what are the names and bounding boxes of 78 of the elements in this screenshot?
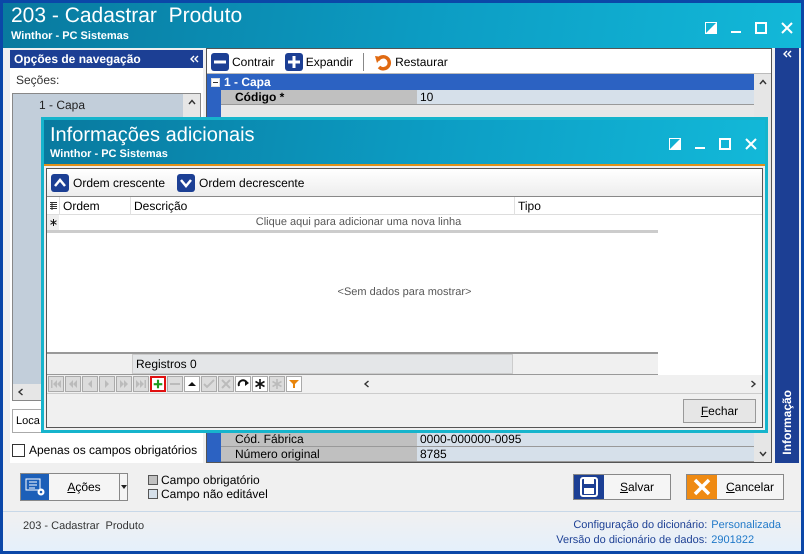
property-value[interactable]: 0000-000000-0095 [417,432,754,446]
expand-panel-icon[interactable] [782,50,792,58]
version-label: Versão do dicionário de dados: [556,533,708,548]
plus-icon [284,53,303,71]
scroll-right-icon[interactable] [749,380,757,388]
property-value[interactable]: 10 [417,90,754,104]
maximize-icon[interactable] [755,22,767,34]
sort-button[interactable]: Ordem decrescente [177,174,304,192]
config-value: Personalizada [711,518,781,533]
dialog-subtitle: Winthor - PC Sistemas [50,148,169,161]
toolbar-button[interactable]: Expandir [284,53,354,71]
asterisk-icon [50,219,56,226]
theme-icon[interactable] [669,138,681,150]
list-icon [50,202,56,210]
scroll-up-icon[interactable] [758,78,766,86]
filter-icon [287,377,301,391]
asterisk-icon [253,377,267,391]
group-title: 1 - Capa [224,74,271,91]
fast-forward-icon [117,377,131,391]
panel-title: Opções de navegação [14,51,141,68]
chevron-up-icon [51,174,69,192]
sections-label: Seções: [15,72,60,89]
empty-message: <Sem dados para mostrar> [338,285,472,300]
sort-button[interactable]: Ordem crescente [51,174,166,192]
column-header[interactable]: Descrição [130,196,514,214]
window-subtitle: Winthor - PC Sistemas [11,29,130,43]
summary-cell: Registros 0 [132,354,513,374]
collapse-icon[interactable] [211,78,220,86]
new-row-hint[interactable]: Clique aqui para adicionar uma nova linha [59,214,658,231]
dialog-title: Informações adicionais [50,123,255,148]
close-icon[interactable] [745,138,757,150]
last-icon [134,377,148,391]
config-label: Configuração do dicionário: [572,518,708,533]
list-gear-icon [21,474,49,500]
minus-icon [211,53,229,71]
asterisk-icon [270,377,284,391]
maximize-icon[interactable] [719,138,731,150]
property-label: Código * [221,90,417,104]
checkbox[interactable] [12,444,25,456]
check-icon [202,377,216,391]
toolbar-button[interactable]: Restaurar [374,53,448,71]
property-label: Cód. Fábrica [221,432,417,446]
theme-icon[interactable] [705,22,717,34]
first-icon [49,377,63,391]
property-value[interactable]: 8785 [417,447,754,461]
property-label: Número original [221,447,417,461]
scroll-down-icon[interactable] [758,450,766,458]
plus-button[interactable] [150,376,166,392]
column-header[interactable]: Ordem [59,196,130,214]
collapse-panel-icon[interactable] [189,55,199,63]
dropdown-button[interactable] [120,473,128,501]
refresh-button[interactable] [235,376,251,392]
x-icon [687,475,717,499]
scroll-up-icon[interactable] [188,98,196,106]
filter-button[interactable] [286,376,302,392]
close-icon[interactable] [781,22,793,34]
save-button[interactable]: Salvar [573,474,671,500]
chevron-down-icon [177,174,196,192]
version-value: 2901822 [711,533,756,548]
toolbar-button[interactable]: Contrair [211,53,275,71]
asterisk-button[interactable] [252,376,268,392]
legend-label: Campo obrigatório [161,473,260,487]
screen-name: 203 - Cadastrar Produto [23,519,144,534]
x-icon [219,377,233,391]
side-tab[interactable]: Informação [778,390,796,455]
checkbox-label: Apenas os campos obrigatórios [29,442,198,459]
legend-label: Campo não editável [161,487,268,501]
down-triangle-icon [120,485,126,489]
up-triangle-button[interactable] [184,376,200,392]
window-title: 203 - Cadastrar Produto [11,3,242,29]
scroll-left-icon[interactable] [17,388,25,396]
plus-icon [152,377,164,391]
cancel-button[interactable]: Cancelar [686,474,784,500]
scroll-left-icon[interactable] [363,380,371,388]
actions-button[interactable]: Ações [20,473,120,501]
close-button[interactable]: Fechar [683,398,756,422]
undo-icon [374,53,392,71]
column-header[interactable]: Tipo [514,196,762,214]
